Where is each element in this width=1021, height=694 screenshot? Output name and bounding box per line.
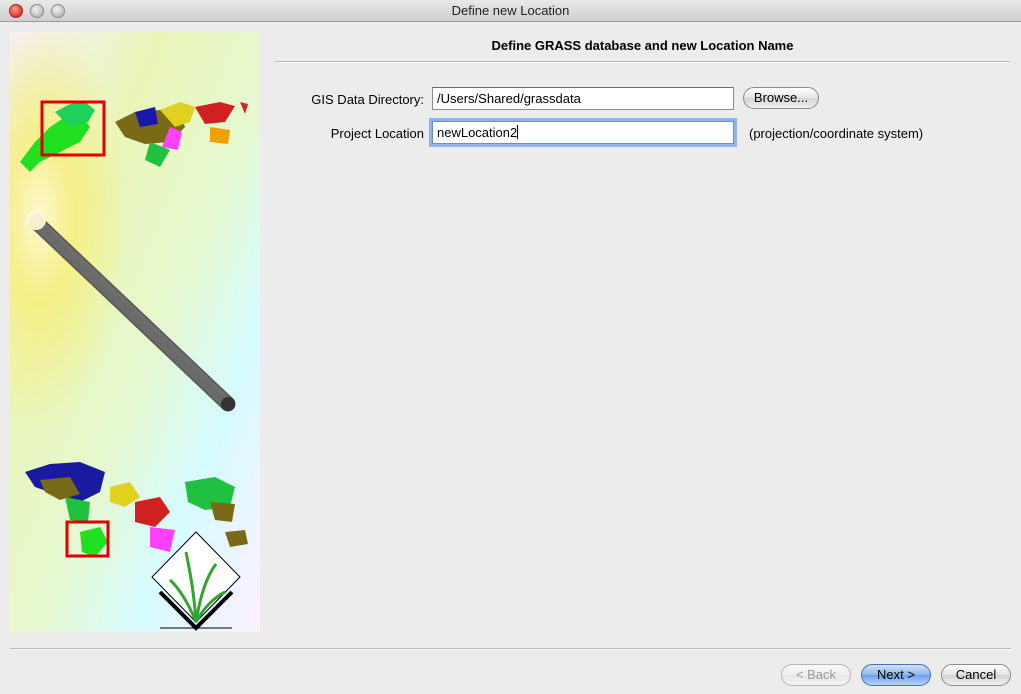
- text-caret: [517, 125, 519, 139]
- minimize-window-button[interactable]: [30, 4, 44, 18]
- cancel-button[interactable]: Cancel: [941, 664, 1011, 686]
- gis-dir-label: GIS Data Directory:: [311, 92, 424, 107]
- define-location-window: Define new Location Define GRASS databas…: [0, 0, 1021, 694]
- page-title: Define GRASS database and new Location N…: [491, 38, 794, 53]
- browse-button[interactable]: Browse...: [743, 87, 819, 109]
- window-title: Define new Location: [451, 3, 570, 18]
- title-bar: Define new Location: [0, 0, 1021, 22]
- gis-dir-value: /Users/Shared/grassdata: [437, 91, 581, 106]
- location-label: Project Location: [330, 126, 424, 141]
- location-field[interactable]: newLocation2: [432, 121, 734, 144]
- zoom-window-button[interactable]: [51, 4, 65, 18]
- gis-dir-field[interactable]: /Users/Shared/grassdata: [432, 87, 734, 110]
- world-map-illustration: [10, 32, 260, 632]
- header-divider: [275, 61, 1010, 63]
- wizard-side-image: [10, 32, 260, 632]
- close-window-button[interactable]: [9, 4, 23, 18]
- next-button[interactable]: Next >: [861, 664, 931, 686]
- footer-divider: [10, 648, 1011, 650]
- back-button[interactable]: < Back: [781, 664, 851, 686]
- location-hint: (projection/coordinate system): [749, 126, 924, 141]
- location-value: newLocation2: [437, 125, 518, 140]
